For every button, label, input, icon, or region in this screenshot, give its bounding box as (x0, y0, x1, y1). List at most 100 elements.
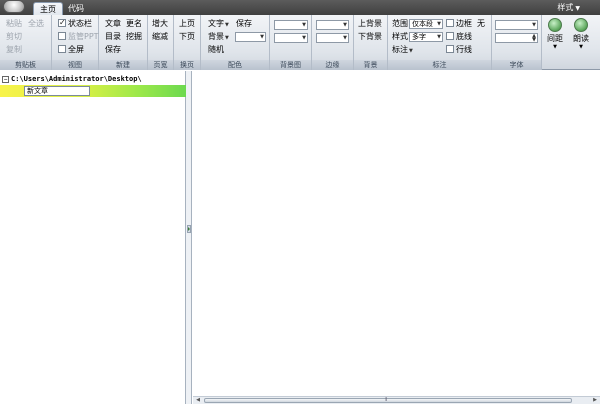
tree-node-selected[interactable] (0, 85, 186, 97)
tab-home[interactable]: 主页 (33, 2, 63, 15)
annotate-button[interactable]: 标注▼ (392, 44, 413, 57)
checkbox-checked-icon (58, 17, 66, 28)
decrease-width-button[interactable]: 缩减 (152, 31, 168, 42)
group-label-annotation: 标注 (388, 60, 491, 70)
chevron-down-icon: ▼ (532, 22, 536, 28)
group-view: 状态栏 监管PPT 全屏 视图 (52, 15, 99, 70)
range-label: 范围 (392, 19, 408, 28)
save-button[interactable]: 保存 (105, 44, 121, 55)
checkbox-icon (446, 19, 454, 27)
read-aloud-icon (574, 18, 588, 32)
group-margin: ▼ ▼ 边缘 (312, 15, 354, 70)
style-value: 多字 (412, 33, 426, 41)
chevron-down-icon: ▼ (579, 44, 583, 50)
margin-dropdown-2[interactable]: ▼ (316, 33, 349, 43)
ribbon: 粘贴 全选 剪切 复制 剪贴板 状态栏 监管PPT 全屏 视图 文章 更名 目录… (0, 15, 600, 70)
checkbox-icon (58, 45, 66, 53)
group-annotation: 范围 仅本段 ▼ 边框 无 样式 多字 ▼ 底线 标注▼ 行线 标注 (388, 15, 492, 70)
fullscreen-checkbox[interactable]: 全屏 (58, 44, 84, 55)
title-bar: 主页 代码 样式 ▼ (0, 0, 600, 15)
increase-width-button[interactable]: 增大 (152, 18, 168, 29)
app-menu-button[interactable] (3, 0, 25, 13)
chevron-down-icon: ▼ (302, 35, 306, 41)
status-bar-label: 状态栏 (68, 19, 92, 28)
background-color-button[interactable]: 背景▼ (208, 31, 229, 44)
annotate-label: 标注 (392, 45, 408, 54)
node-rename-input[interactable] (24, 86, 90, 96)
group-label-font: 字体 (492, 60, 541, 70)
chevron-down-icon: ▼ (225, 22, 229, 28)
scroll-right-icon[interactable]: ▶ (591, 397, 599, 404)
text-color-button[interactable]: 文字▼ (208, 18, 229, 31)
style-menu[interactable]: 样式 ▼ (557, 2, 580, 15)
font-size-spinner[interactable]: ▲ ▼ (495, 33, 538, 43)
group-label-color: 配色 (201, 60, 269, 70)
horizontal-scrollbar[interactable]: ◀ ⦀ ▶ (193, 396, 600, 404)
monitor-ppt-label: 监管PPT (68, 32, 99, 41)
pane-splitter[interactable] (186, 71, 192, 404)
group-clipboard: 粘贴 全选 剪切 复制 剪贴板 (0, 15, 52, 70)
line-checkbox[interactable]: 行线 (446, 44, 472, 55)
background-color-dropdown[interactable]: ▼ (235, 32, 266, 42)
tree-root-node[interactable]: − C:\Users\Administrator\Desktop\ (2, 74, 142, 84)
chevron-down-icon: ▼ (343, 22, 347, 28)
group-label-margin: 边缘 (312, 60, 353, 70)
read-aloud-label: 朗读 (573, 34, 589, 43)
border-label: 边框 (456, 19, 472, 28)
monitor-ppt-checkbox[interactable]: 监管PPT (58, 31, 99, 42)
file-tree-pane[interactable]: − C:\Users\Administrator\Desktop\ (0, 71, 186, 404)
next-page-button[interactable]: 下页 (179, 31, 195, 42)
range-dropdown[interactable]: 仅本段 ▼ (409, 19, 443, 29)
editor-area[interactable] (193, 71, 600, 396)
chevron-down-icon: ▼ (225, 35, 229, 41)
group-label-background: 背景 (354, 60, 387, 70)
chevron-down-icon: ▼ (553, 44, 557, 50)
group-label-bg-image: 背景图 (270, 60, 311, 70)
font-name-dropdown[interactable]: ▼ (495, 20, 538, 30)
scrollbar-thumb[interactable]: ⦀ (204, 398, 572, 403)
paste-button[interactable]: 粘贴 (6, 18, 22, 29)
select-all-button[interactable]: 全选 (28, 18, 44, 29)
group-color: 文字▼ 保存 背景▼ ▼ 随机 配色 (201, 15, 270, 70)
scroll-left-icon[interactable]: ◀ (194, 397, 202, 404)
background-color-label: 背景 (208, 32, 224, 41)
splitter-collapse-arrow-icon[interactable] (187, 225, 191, 233)
prev-background-button[interactable]: 上背景 (358, 18, 382, 29)
group-label-page: 换页 (174, 60, 200, 70)
style-menu-label: 样式 (557, 3, 574, 12)
margin-dropdown-1[interactable]: ▼ (316, 20, 349, 30)
collapse-icon[interactable]: − (2, 76, 9, 83)
rename-button[interactable]: 更名 (126, 18, 142, 29)
border-checkbox[interactable]: 边框 (446, 18, 472, 29)
read-aloud-button[interactable]: 朗读 ▼ (570, 18, 592, 58)
underline-checkbox[interactable]: 底线 (446, 31, 472, 42)
group-font: ▼ ▲ ▼ 字体 (492, 15, 542, 70)
chevron-down-icon: ▼ (575, 5, 580, 12)
text-color-label: 文字 (208, 19, 224, 28)
tab-code[interactable]: 代码 (62, 2, 90, 15)
chevron-down-icon: ▼ (260, 34, 264, 40)
copy-button[interactable]: 复制 (6, 44, 22, 55)
bg-image-dropdown-1[interactable]: ▼ (274, 20, 308, 30)
group-label-width: 页宽 (148, 60, 173, 70)
grip-icon: ⦀ (385, 397, 388, 403)
group-label-view: 视图 (52, 60, 98, 70)
new-catalog-button[interactable]: 目录 (105, 31, 121, 42)
style-dropdown[interactable]: 多字 ▼ (409, 32, 443, 42)
checkbox-icon (446, 32, 454, 40)
none-label: 无 (477, 19, 485, 28)
bg-image-dropdown-2[interactable]: ▼ (274, 33, 308, 43)
random-color-button[interactable]: 随机 (208, 44, 224, 55)
status-bar-checkbox[interactable]: 状态栏 (58, 17, 92, 29)
prev-page-button[interactable]: 上页 (179, 18, 195, 29)
spacing-button[interactable]: 间距 ▼ (544, 18, 566, 58)
cut-button[interactable]: 剪切 (6, 31, 22, 42)
dig-out-button[interactable]: 挖掘 (126, 31, 142, 42)
spinner-arrows-icon: ▲ ▼ (532, 33, 536, 43)
chevron-down-icon: ▼ (437, 34, 441, 40)
new-article-button[interactable]: 文章 (105, 18, 121, 29)
save-color-button[interactable]: 保存 (236, 18, 252, 29)
next-background-button[interactable]: 下背景 (358, 31, 382, 42)
group-label-clipboard: 剪贴板 (0, 60, 51, 70)
group-width: 增大 缩减 页宽 (148, 15, 174, 70)
